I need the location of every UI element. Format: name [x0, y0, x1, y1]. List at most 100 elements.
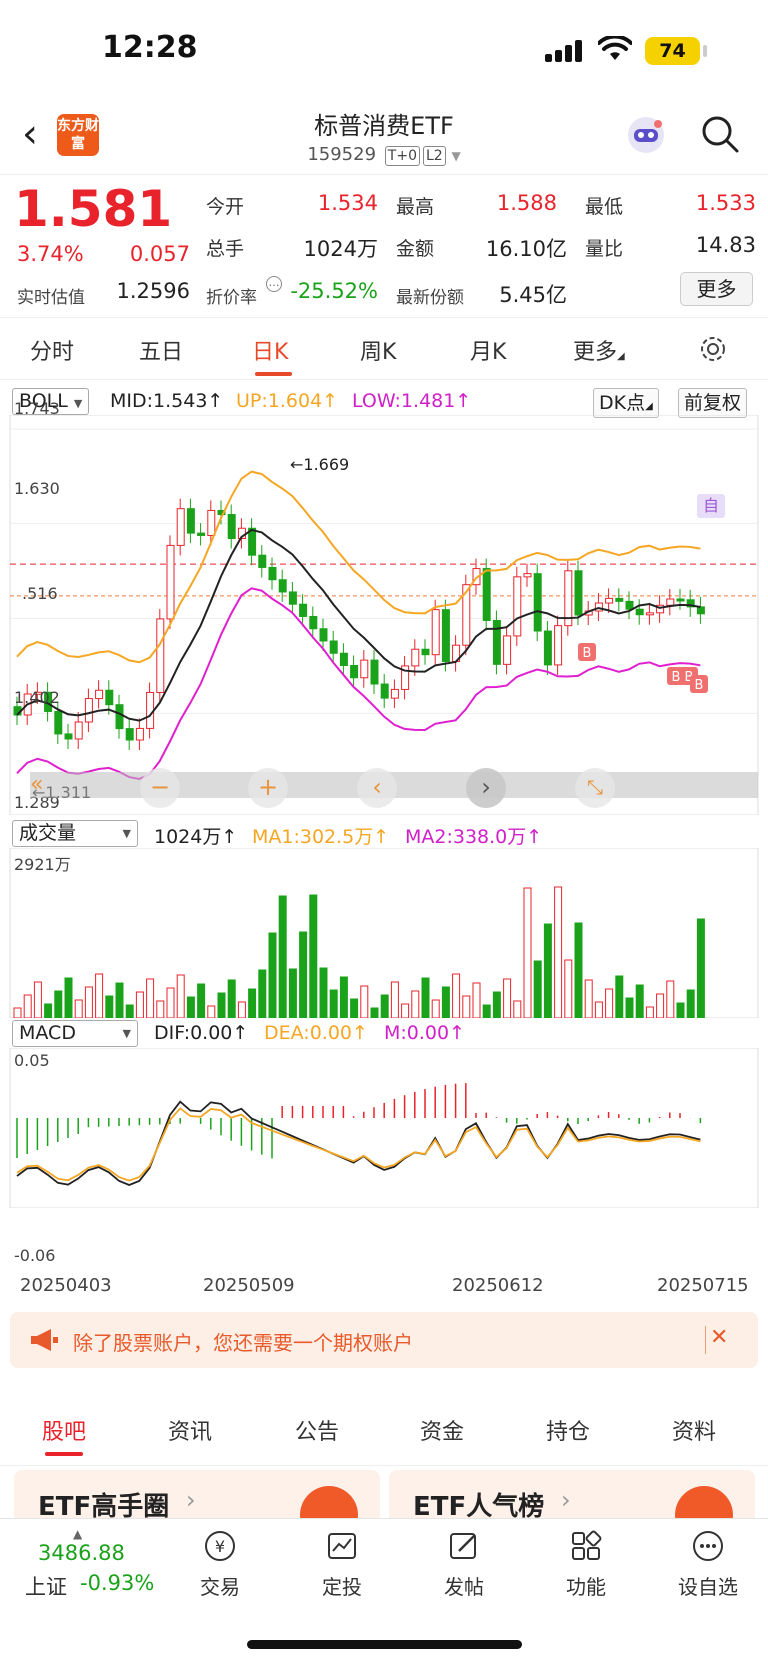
volume-bar	[625, 997, 634, 1018]
volume-bar	[503, 978, 512, 1018]
active-tab-underline	[45, 1452, 83, 1456]
volume-bar	[554, 886, 563, 1018]
index-value[interactable]: 3486.88	[38, 1541, 125, 1565]
tab-announcements[interactable]: 公告	[295, 1414, 339, 1446]
info-icon[interactable]: …	[266, 276, 282, 292]
volume-bar	[288, 968, 297, 1018]
volume-bar	[237, 1001, 246, 1018]
candle	[288, 591, 297, 605]
volume-selector[interactable]: 成交量 ▼	[12, 820, 138, 847]
low-label: 最低	[585, 196, 624, 218]
volume-bar	[156, 1000, 165, 1018]
banner-text: 除了股票账户，您还需要一个期权账户	[73, 1331, 413, 1355]
candle	[319, 628, 328, 642]
tab-intraday[interactable]: 分时	[30, 334, 74, 366]
price-axis-4: 1.402	[14, 688, 60, 707]
volume-bar	[431, 999, 440, 1018]
volume-bar	[329, 989, 338, 1018]
candle	[350, 664, 359, 679]
caret-up-icon: ▲	[73, 1527, 83, 1541]
open-value: 1.534	[317, 191, 378, 215]
robot-assistant-icon[interactable]	[625, 114, 667, 156]
macd-selector[interactable]: MACD ▼	[12, 1020, 138, 1047]
scroll-right-icon[interactable]: ›	[466, 768, 506, 808]
home-indicator	[247, 1640, 522, 1649]
volume-bar	[676, 1002, 685, 1018]
zoom-in-icon[interactable]: +	[248, 768, 288, 808]
iopv-label: 实时估值	[17, 288, 85, 308]
trade-button[interactable]: ¥ 交易	[180, 1529, 260, 1600]
more-icon	[693, 1531, 723, 1561]
candle	[625, 600, 634, 610]
megaphone-icon	[31, 1329, 58, 1351]
volume-label: 总手	[206, 238, 245, 260]
invest-plan-button[interactable]: 定投	[302, 1529, 382, 1600]
tab-weekly-k[interactable]: 周K	[360, 334, 396, 366]
more-button[interactable]: 更多	[680, 272, 753, 306]
gear-icon[interactable]	[698, 334, 728, 364]
volume-current: 1024万↑	[154, 826, 238, 848]
volume-value: 1024万	[303, 237, 378, 261]
kline-chart[interactable]: BOLL ▼ MID:1.543↑ UP:1.604↑ LOW:1.481↑ DK…	[0, 380, 768, 1296]
volume-bar	[197, 983, 206, 1018]
banner-divider	[705, 1326, 706, 1354]
boll-mid: MID:1.543↑	[110, 390, 224, 412]
close-icon[interactable]: ✕	[710, 1325, 728, 1350]
high-value: 1.588	[496, 191, 557, 215]
candle	[105, 689, 114, 706]
volume-bar	[84, 986, 93, 1018]
buy-marker-label: B	[695, 678, 704, 693]
candle	[339, 652, 348, 666]
rewind-icon[interactable]: «	[30, 772, 43, 797]
scroll-left-icon[interactable]: ‹	[357, 768, 397, 808]
volume-panel	[9, 848, 759, 1018]
tab-five-day[interactable]: 五日	[139, 334, 183, 366]
volume-bar	[299, 931, 308, 1018]
candle	[329, 640, 338, 654]
candle	[299, 603, 308, 617]
candle	[554, 625, 563, 666]
volume-bar	[462, 995, 471, 1018]
last-price: 1.581	[14, 180, 173, 238]
amount-value: 16.10亿	[485, 237, 567, 261]
volume-bar	[105, 995, 114, 1018]
shares-value: 5.45亿	[499, 283, 567, 307]
add-watchlist-button[interactable]: 设自选	[668, 1529, 748, 1600]
volume-bar	[166, 987, 175, 1018]
promo-banner[interactable]: 除了股票账户，您还需要一个期权账户 ✕	[10, 1312, 758, 1368]
macd-axis-bottom: -0.06	[14, 1246, 56, 1265]
low-value: 1.533	[695, 191, 756, 215]
tab-monthly-k[interactable]: 月K	[470, 334, 506, 366]
buy-marker-label: B	[583, 646, 592, 661]
volume-bar	[339, 976, 348, 1018]
volume-bar	[23, 994, 32, 1018]
tab-guba[interactable]: 股吧	[42, 1414, 86, 1446]
candle	[74, 721, 83, 740]
dk-point-button[interactable]: DK点◢	[593, 388, 659, 418]
macd-indicator-row: MACD ▼ DIF:0.00↑ DEA:0.00↑ M:0.00↑	[0, 1017, 768, 1047]
zoom-out-icon[interactable]: −	[140, 768, 180, 808]
volume-indicator-row: 成交量 ▼ 1024万↑ MA1:302.5万↑ MA2:338.0万↑	[0, 817, 768, 848]
macd-m: M:0.00↑	[384, 1022, 466, 1044]
candle	[186, 508, 195, 534]
candle	[605, 597, 614, 604]
search-icon[interactable]	[700, 114, 740, 154]
candle	[503, 635, 512, 665]
tab-funds[interactable]: 资金	[420, 1414, 464, 1446]
volume-bar	[513, 1000, 522, 1018]
candle	[513, 576, 522, 637]
high-label: 最高	[396, 196, 435, 218]
tab-more[interactable]: 更多◢	[573, 334, 625, 366]
price-axis-top: 1.743	[14, 399, 60, 418]
post-button[interactable]: 发帖	[424, 1529, 504, 1600]
tab-daily-k[interactable]: 日K	[252, 334, 288, 366]
tab-holdings[interactable]: 持仓	[546, 1414, 590, 1446]
fullscreen-icon[interactable]: ⤡	[575, 768, 615, 808]
tab-news[interactable]: 资讯	[168, 1414, 212, 1446]
candle	[125, 728, 134, 741]
tab-profile[interactable]: 资料	[672, 1414, 716, 1446]
volume-bar	[74, 999, 83, 1018]
adjust-button[interactable]: 前复权	[678, 388, 748, 418]
boll-low-line	[16, 587, 701, 780]
function-button[interactable]: 功能	[546, 1529, 626, 1600]
